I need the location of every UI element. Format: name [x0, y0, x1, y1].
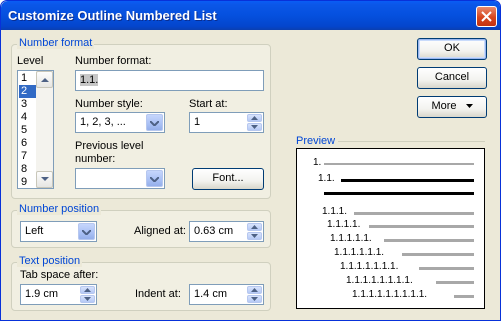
spin-down-button[interactable]: [247, 232, 262, 240]
indent-at-spinner[interactable]: [247, 286, 262, 303]
aligned-at-input[interactable]: 0.63 cm: [189, 221, 264, 242]
title-bar[interactable]: Customize Outline Numbered List: [1, 1, 500, 30]
scroll-up-button[interactable]: [36, 71, 53, 88]
preview-label: Preview: [296, 135, 336, 147]
level-scrollbar[interactable]: [36, 71, 53, 188]
preview-line: [324, 163, 474, 165]
arrow-up-icon: [251, 288, 258, 292]
spin-down-button[interactable]: [80, 295, 95, 303]
preview-pane: 1. 1.1. 1.1.1. 1.1.1.1. 1.1.1.1.1. 1.1.1…: [296, 148, 485, 309]
preview-row-level-5: 1.1.1.1.1.: [330, 233, 372, 244]
arrow-up-icon: [84, 288, 91, 292]
chevron-down-icon: [150, 177, 159, 182]
spin-down-button[interactable]: [247, 295, 262, 303]
number-style-combo[interactable]: 1, 2, 3, ...: [75, 112, 165, 133]
more-button[interactable]: More: [417, 96, 487, 118]
preview-line: [369, 225, 474, 228]
spin-up-button[interactable]: [80, 286, 95, 294]
previous-level-combo[interactable]: [75, 168, 165, 189]
preview-line: [436, 281, 474, 284]
arrow-down-icon: [84, 297, 91, 301]
start-at-value: 1: [194, 116, 201, 128]
number-style-dropdown-button[interactable]: [146, 114, 163, 131]
number-format-group: Number format Level 1 2 3 4 5 6 7 8 9 Nu…: [11, 37, 271, 199]
preview-line-selected: [324, 192, 474, 195]
preview-line: [454, 295, 474, 298]
tab-space-value: 1.9 cm: [25, 288, 59, 300]
more-button-label: More: [431, 100, 457, 112]
preview-line: [402, 253, 474, 256]
double-chevron-down-icon: [465, 104, 473, 108]
preview-line: [384, 239, 474, 242]
ok-button[interactable]: OK: [417, 38, 487, 60]
preview-line-selected: [341, 179, 474, 182]
cancel-button[interactable]: Cancel: [417, 67, 487, 89]
aligned-at-spinner[interactable]: [247, 223, 262, 240]
close-button[interactable]: [476, 6, 497, 27]
aligned-at-value: 0.63 cm: [194, 225, 234, 237]
preview-row-level-3: 1.1.1.: [322, 206, 348, 217]
arrow-up-icon: [251, 116, 258, 120]
previous-level-label-2: number:: [75, 153, 116, 165]
number-format-group-title: Number format: [17, 37, 95, 49]
indent-at-input[interactable]: 1.4 cm: [189, 284, 264, 305]
alignment-value: Left: [25, 225, 44, 237]
preview-row-level-2: 1.1.: [318, 173, 335, 184]
preview-row-level-8: 1.1.1.1.1.1.1.1.: [346, 275, 413, 286]
tab-space-input[interactable]: 1.9 cm: [20, 284, 97, 305]
number-position-group-title: Number position: [17, 203, 102, 215]
arrow-down-icon: [251, 297, 258, 301]
preview-row-level-4: 1.1.1.1.: [327, 219, 361, 230]
alignment-combo[interactable]: Left: [20, 221, 97, 242]
arrow-up-icon: [251, 225, 258, 229]
preview-separator: [338, 141, 485, 142]
indent-at-label: Indent at:: [135, 288, 181, 300]
preview-line: [354, 212, 474, 215]
number-position-group: Number position Left Aligned at: 0.63 cm: [11, 203, 271, 248]
alignment-dropdown-button[interactable]: [78, 223, 95, 240]
number-format-label: Number format:: [75, 55, 152, 67]
preview-row-level-7: 1.1.1.1.1.1.1.: [340, 261, 399, 272]
preview-line: [419, 267, 474, 270]
chevron-down-icon: [82, 230, 91, 235]
tab-space-label: Tab space after:: [20, 269, 99, 281]
arrow-down-icon: [251, 125, 258, 129]
number-style-value: 1, 2, 3, ...: [80, 116, 126, 128]
spin-down-button[interactable]: [247, 123, 262, 131]
previous-level-label-1: Previous level: [75, 140, 144, 152]
start-at-spinner[interactable]: [247, 114, 262, 131]
arrow-down-icon: [41, 177, 49, 181]
start-at-label: Start at:: [189, 98, 228, 110]
customize-outline-dialog: Customize Outline Numbered List Number f…: [0, 0, 501, 321]
spin-up-button[interactable]: [247, 223, 262, 231]
text-position-group-title: Text position: [17, 255, 83, 267]
arrow-up-icon: [41, 78, 49, 82]
spin-up-button[interactable]: [247, 286, 262, 294]
dialog-body: Number format Level 1 2 3 4 5 6 7 8 9 Nu…: [4, 30, 499, 319]
start-at-input[interactable]: 1: [189, 112, 264, 133]
text-position-group: Text position Tab space after: 1.9 cm In…: [11, 255, 271, 311]
tab-space-spinner[interactable]: [80, 286, 95, 303]
level-label: Level: [17, 55, 44, 67]
preview-row-level-6: 1.1.1.1.1.1.: [334, 247, 385, 258]
indent-at-value: 1.4 cm: [194, 288, 228, 300]
preview-row-level-1: 1.: [313, 157, 322, 168]
preview-row-level-9: 1.1.1.1.1.1.1.1.1.: [352, 289, 428, 300]
window-title: Customize Outline Numbered List: [8, 8, 217, 23]
scroll-down-button[interactable]: [36, 171, 53, 188]
spin-up-button[interactable]: [247, 114, 262, 122]
number-style-label: Number style:: [75, 98, 143, 110]
arrow-down-icon: [251, 234, 258, 238]
font-button[interactable]: Font...: [192, 168, 264, 190]
previous-level-dropdown-button[interactable]: [146, 170, 163, 187]
number-format-value: 1.1.: [80, 74, 99, 86]
chevron-down-icon: [150, 121, 159, 126]
level-listbox[interactable]: 1 2 3 4 5 6 7 8 9: [17, 70, 54, 189]
close-icon: [481, 11, 492, 22]
aligned-at-label: Aligned at:: [134, 225, 186, 237]
number-format-input[interactable]: 1.1.: [75, 70, 264, 91]
